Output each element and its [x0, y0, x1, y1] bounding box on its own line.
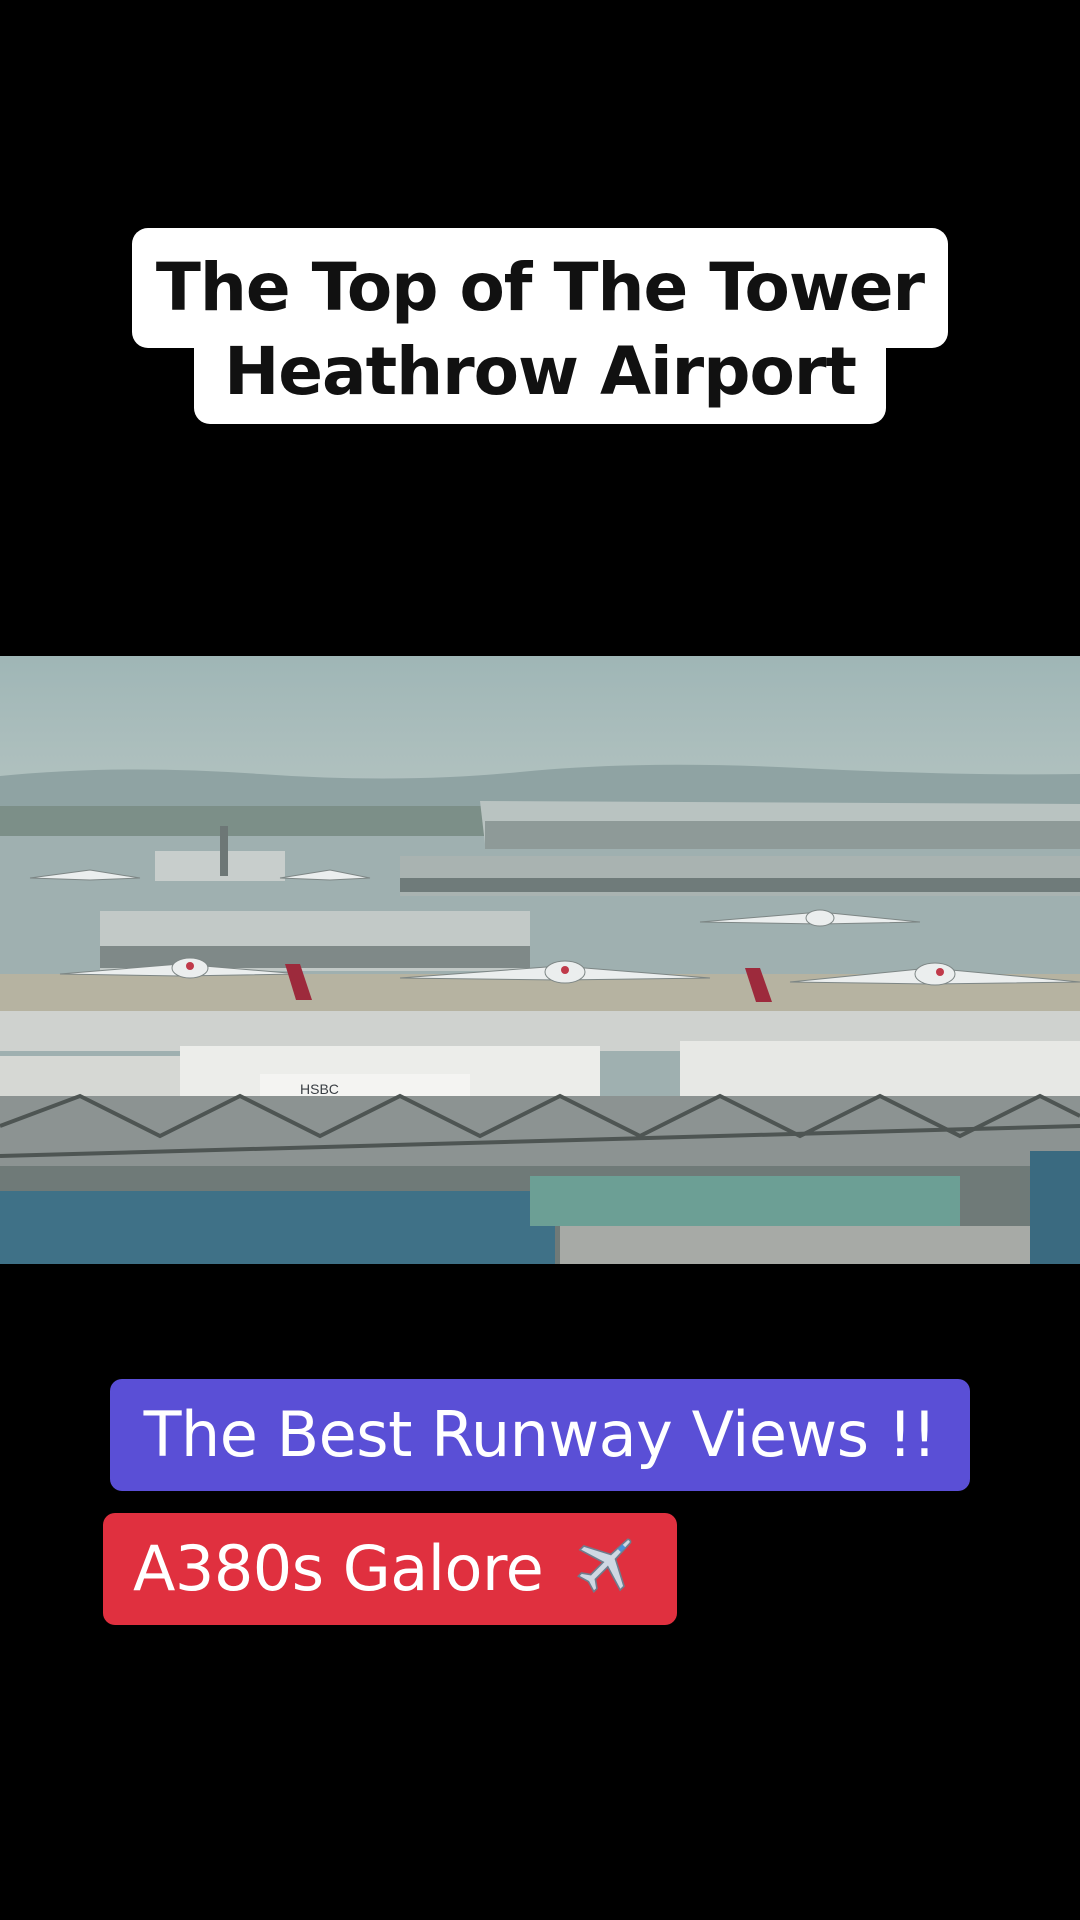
hsbc-sign: HSBC — [300, 1081, 339, 1097]
airport-scene: HSBC — [0, 656, 1080, 1264]
airplane-emoji-icon — [577, 1538, 632, 1593]
caption-a380s-galore-text: A380s Galore — [133, 1532, 544, 1605]
caption-best-runway-views-text: The Best Runway Views !! — [143, 1398, 937, 1471]
caption-a380s-galore: A380s Galore — [103, 1513, 677, 1625]
glass-building-left — [0, 1191, 555, 1264]
rooftop-plant — [560, 1226, 1030, 1264]
glass-building-right — [1030, 1151, 1080, 1264]
airport-photo: HSBC — [0, 656, 1080, 1264]
title-line-2: Heathrow Airport — [194, 334, 886, 424]
glass-walkway — [530, 1176, 960, 1226]
title-line-1: The Top of The Tower — [131, 228, 949, 348]
title-caption: The Top of The Tower Heathrow Airport — [0, 228, 1080, 424]
caption-best-runway-views: The Best Runway Views !! — [110, 1379, 970, 1491]
